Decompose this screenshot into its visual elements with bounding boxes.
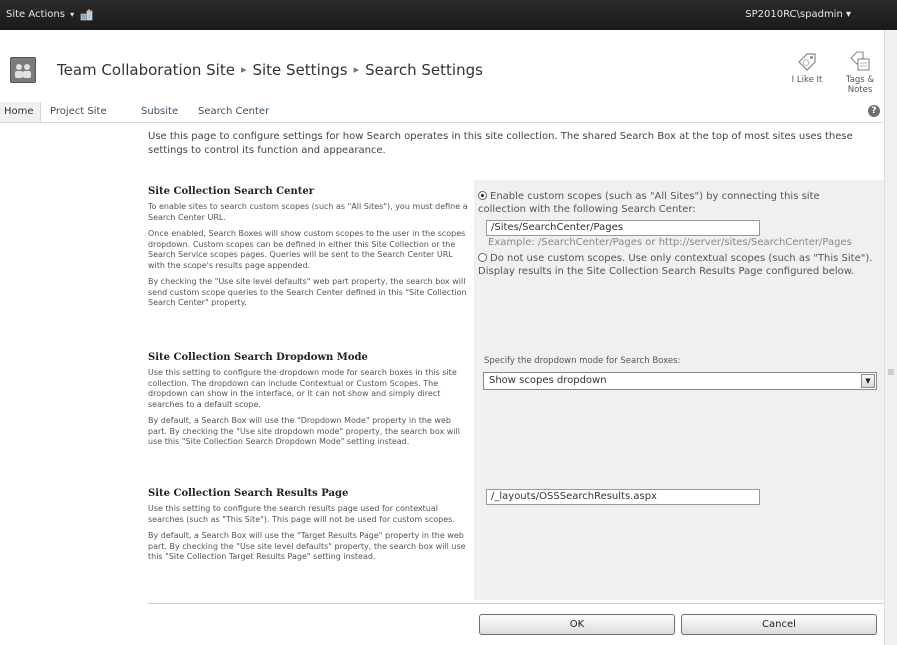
radio-disable-custom-scopes[interactable] [478, 253, 487, 262]
nav-item-search-center[interactable]: Search Center [198, 106, 269, 117]
breadcrumb-site-settings[interactable]: Site Settings [252, 61, 347, 79]
nav-item-home[interactable]: Home [0, 102, 41, 122]
like-tag-icon [798, 53, 816, 71]
search-center-url-input[interactable]: /Sites/SearchCenter/Pages [486, 220, 760, 236]
description-paragraph: By default, a Search Box will use the "T… [148, 531, 466, 561]
divider [148, 603, 884, 604]
tags-notes-button[interactable]: Tags & Notes [838, 50, 882, 95]
title-row: Team Collaboration Site ▸ Site Settings ▸ Se… [0, 30, 897, 102]
like-label: I Like It [791, 75, 823, 85]
tags-label-line-1: Tags & [845, 75, 875, 85]
section-description-search-center: To enable sites to search custom scopes … [148, 202, 470, 315]
nav-item-subsite[interactable]: Subsite [141, 106, 178, 117]
breadcrumb-separator: ▸ [353, 63, 360, 76]
site-actions-menu[interactable]: Site Actions ▾ [6, 9, 74, 20]
radio-enable-custom-scopes[interactable] [478, 191, 487, 200]
option-enable-label: Enable custom scopes (such as "All Sites… [478, 191, 820, 215]
page-title: Search Settings [365, 61, 483, 79]
option-enable-custom-scopes[interactable]: Enable custom scopes (such as "All Sites… [478, 190, 868, 216]
option-disable-custom-scopes[interactable]: Do not use custom scopes. Use only conte… [478, 252, 878, 278]
tags-label-line-2: Notes [847, 85, 873, 95]
dropdown-mode-selected: Show scopes dropdown [489, 375, 607, 386]
search-center-example: Example: /SearchCenter/Pages or http://s… [488, 237, 852, 248]
cancel-button[interactable]: Cancel [681, 614, 877, 635]
option-disable-label: Do not use custom scopes. Use only conte… [478, 253, 873, 277]
site-logo-icon[interactable] [10, 57, 36, 83]
chevron-down-icon[interactable]: ▼ [861, 374, 875, 388]
description-paragraph: By checking the "Use site level defaults… [148, 277, 467, 307]
tags-notes-icon [850, 51, 870, 71]
help-icon[interactable]: ? [868, 105, 880, 117]
i-like-it-button[interactable]: I Like It [784, 50, 830, 85]
section-title-search-center: Site Collection Search Center [148, 186, 315, 197]
chevron-down-icon: ▾ [70, 10, 75, 19]
breadcrumb-site[interactable]: Team Collaboration Site [57, 61, 235, 79]
site-actions-label: Site Actions [6, 9, 65, 20]
vertical-scrollbar[interactable] [884, 30, 897, 645]
results-page-url-input[interactable]: /_layouts/OSSSearchResults.aspx [486, 489, 760, 505]
ok-button[interactable]: OK [479, 614, 675, 635]
description-paragraph: By default, a Search Box will use the "D… [148, 416, 460, 446]
section-description-dropdown-mode: Use this setting to configure the dropdo… [148, 368, 470, 454]
dropdown-mode-label: Specify the dropdown mode for Search Box… [484, 356, 681, 366]
page-description: Use this page to configure settings for … [148, 131, 853, 156]
description-paragraph: Use this setting to configure the dropdo… [148, 368, 457, 409]
description-paragraph: Once enabled, Search Boxes will show cus… [148, 229, 466, 270]
breadcrumb-separator: ▸ [240, 63, 247, 76]
user-menu[interactable]: SP2010RC\spadmin ▾ [745, 9, 851, 20]
section-title-results-page: Site Collection Search Results Page [148, 488, 349, 499]
top-navigation: Home Project Site Subsite Search Center … [0, 102, 883, 123]
dropdown-mode-select[interactable]: Show scopes dropdown ▼ [483, 372, 877, 390]
navigate-up-icon[interactable] [80, 8, 94, 22]
description-paragraph: To enable sites to search custom scopes … [148, 202, 468, 222]
nav-item-project-site[interactable]: Project Site [50, 106, 107, 117]
description-paragraph: Use this setting to configure the search… [148, 504, 455, 524]
breadcrumb: Team Collaboration Site ▸ Site Settings ▸ Se… [57, 61, 483, 79]
section-title-dropdown-mode: Site Collection Search Dropdown Mode [148, 352, 368, 363]
ribbon-bar: Site Actions ▾ SP2010RC\spadmin ▾ [0, 0, 897, 30]
scroll-grip-icon[interactable] [887, 360, 895, 384]
section-description-results-page: Use this setting to configure the search… [148, 504, 470, 569]
